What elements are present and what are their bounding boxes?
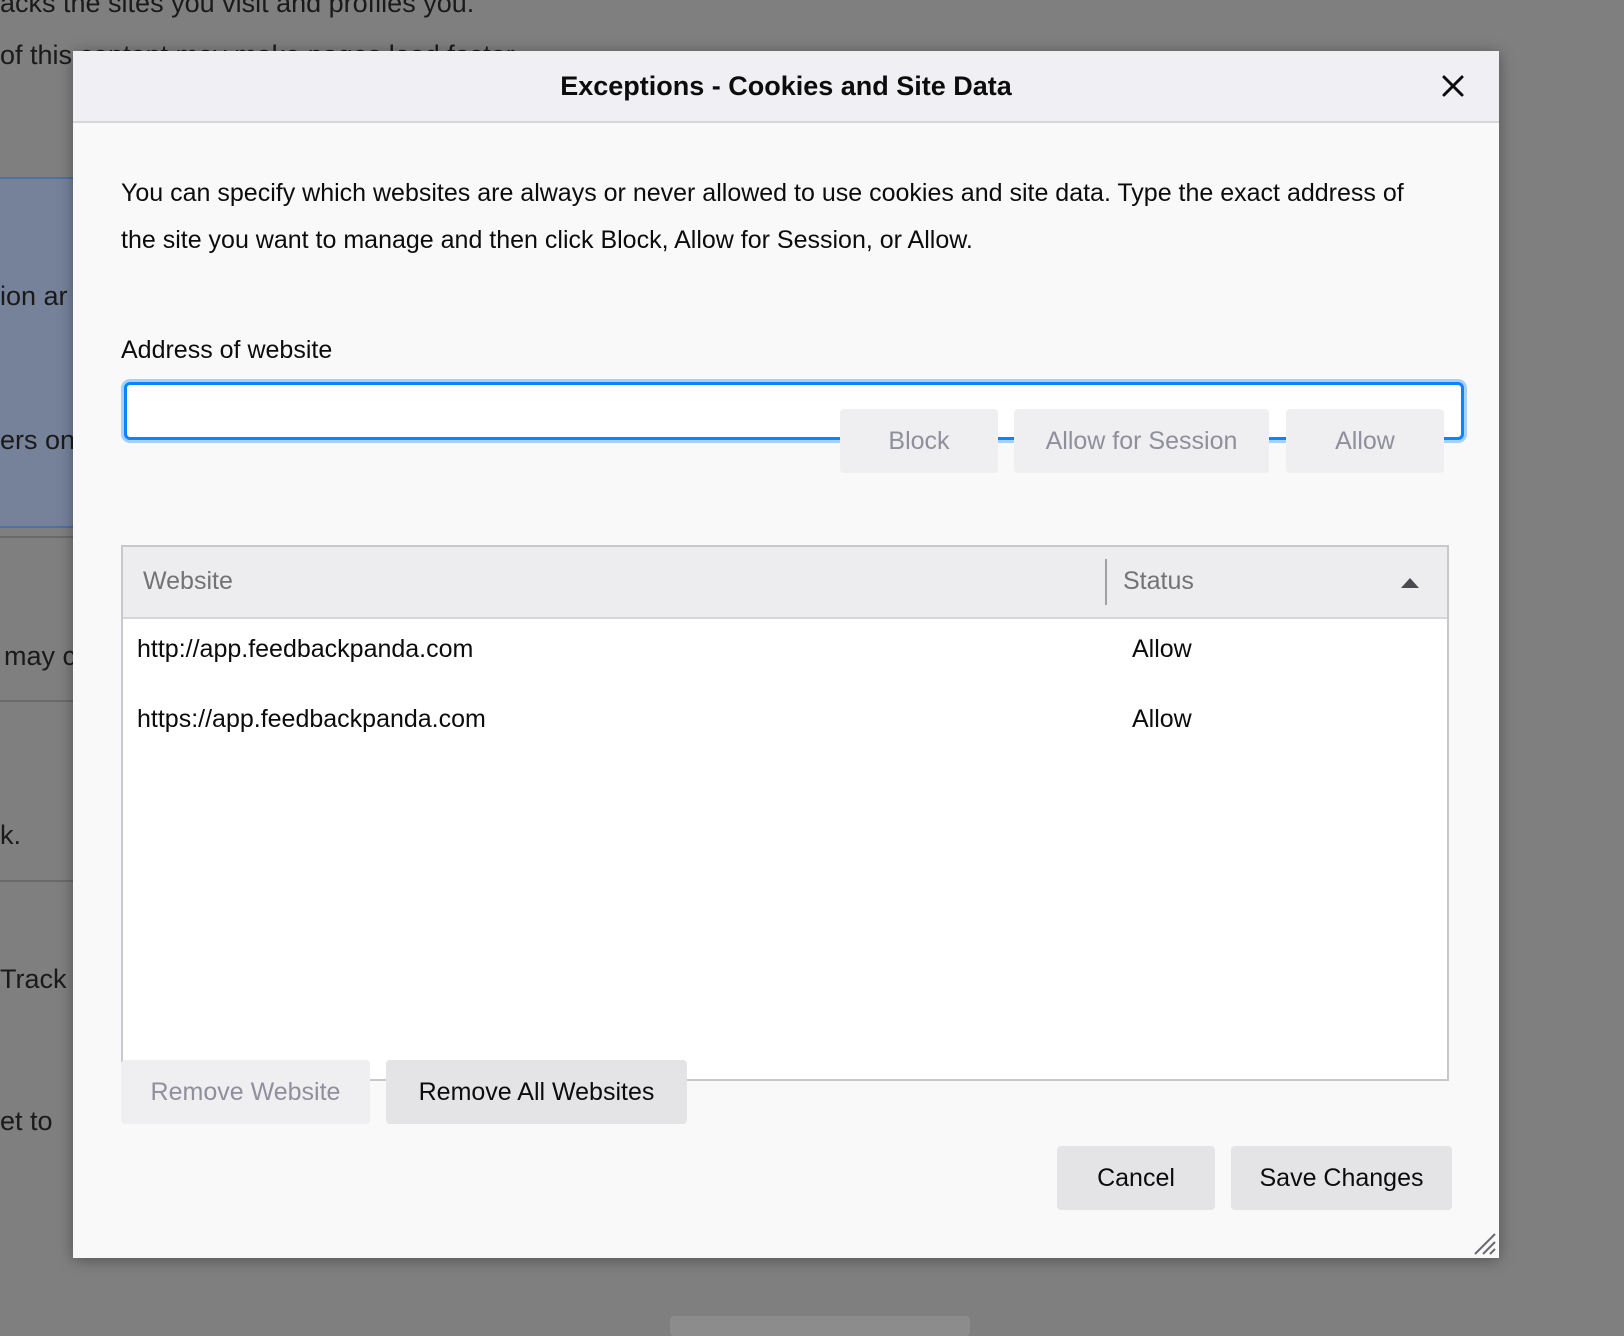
background-divider — [0, 880, 74, 882]
save-changes-button[interactable]: Save Changes — [1231, 1146, 1452, 1210]
exceptions-dialog: Exceptions - Cookies and Site Data You c… — [73, 51, 1499, 1258]
dialog-description: You can specify which websites are alway… — [121, 179, 1404, 254]
remove-all-websites-button[interactable]: Remove All Websites — [386, 1060, 687, 1124]
close-button[interactable] — [1435, 68, 1471, 104]
website-table: Website Status http://app.feedbackpanda.… — [121, 545, 1449, 1081]
background-text-line: ion ar — [0, 281, 68, 311]
sort-ascending-icon — [1401, 578, 1419, 588]
dialog-header: Exceptions - Cookies and Site Data — [73, 51, 1499, 123]
background-text-line: ers on — [0, 425, 76, 455]
status-cell: Allow — [1132, 635, 1192, 663]
block-button[interactable]: Block — [840, 409, 998, 473]
website-cell: https://app.feedbackpanda.com — [137, 705, 486, 733]
remove-website-button[interactable]: Remove Website — [121, 1060, 370, 1124]
table-header: Website Status — [123, 547, 1447, 619]
column-header-website[interactable]: Website — [143, 567, 233, 596]
address-label: Address of website — [121, 336, 333, 364]
background-text-line: may c — [4, 641, 77, 671]
background-button — [670, 1316, 970, 1336]
allow-button[interactable]: Allow — [1286, 409, 1444, 473]
background-divider — [0, 536, 74, 538]
close-icon — [1442, 75, 1464, 97]
dialog-title: Exceptions - Cookies and Site Data — [560, 71, 1012, 101]
column-header-status[interactable]: Status — [1123, 567, 1194, 596]
column-divider[interactable] — [1105, 559, 1107, 605]
background-divider — [0, 700, 74, 702]
cancel-button[interactable]: Cancel — [1057, 1146, 1215, 1210]
background-text-line: acks the sites you visit and profiles yo… — [0, 0, 475, 18]
background-text-line: et to — [0, 1106, 53, 1136]
website-cell: http://app.feedbackpanda.com — [137, 635, 474, 663]
background-text-line: k. — [0, 820, 22, 850]
background-text-line: Track — [0, 964, 67, 994]
status-cell: Allow — [1132, 705, 1192, 733]
table-row[interactable]: https://app.feedbackpanda.com Allow — [123, 687, 1447, 755]
table-row[interactable]: http://app.feedbackpanda.com Allow — [123, 617, 1447, 685]
resize-grip-icon[interactable] — [1471, 1230, 1497, 1256]
background-selected-panel — [0, 177, 74, 528]
allow-for-session-button[interactable]: Allow for Session — [1014, 409, 1269, 473]
